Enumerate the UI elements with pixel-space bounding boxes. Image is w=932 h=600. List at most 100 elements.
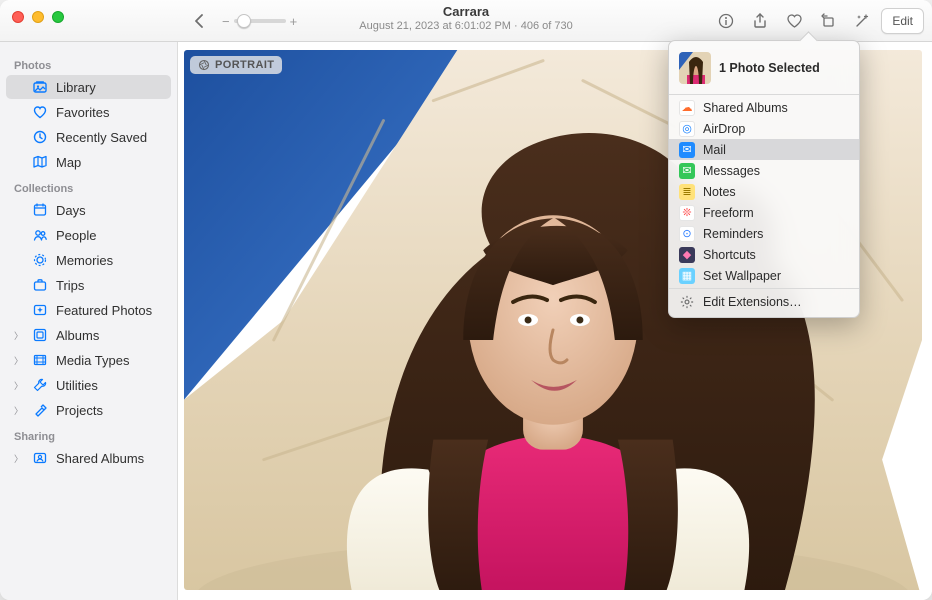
sidebar-item-label: Media Types [56, 353, 129, 368]
sidebar-item-label: Projects [56, 403, 103, 418]
notes-icon: ≣ [679, 184, 695, 200]
sidebar-item-utilities[interactable]: 〉 Utilities [6, 373, 171, 397]
share-button[interactable] [745, 8, 775, 34]
chevron-left-icon [194, 14, 206, 28]
menu-item-edit-extensions[interactable]: Edit Extensions… [669, 291, 859, 312]
share-menu: 1 Photo Selected ☁︎ Shared Albums ◎AirDrop… [668, 40, 860, 318]
portrait-badge-label: PORTRAIT [215, 59, 274, 71]
menu-item-shortcuts[interactable]: ◆Shortcuts [669, 244, 859, 265]
chevron-right-icon[interactable]: 〉 [14, 452, 23, 465]
sidebar-group-label: Collections [0, 175, 177, 198]
sidebar-item-projects[interactable]: 〉 Projects [6, 398, 171, 422]
shared-icon [32, 450, 48, 466]
heart-icon [32, 104, 48, 120]
close-window-button[interactable] [12, 11, 24, 23]
sidebar-item-label: Days [56, 203, 86, 218]
sidebar-item-trips[interactable]: Trips [6, 273, 171, 297]
sidebar-item-library[interactable]: Library [6, 75, 171, 99]
sidebar-item-label: Library [56, 80, 96, 95]
shared-albums-icon: ☁︎ [679, 100, 695, 116]
chevron-right-icon[interactable]: 〉 [14, 404, 23, 417]
sidebar-item-label: Utilities [56, 378, 98, 393]
sidebar-item-favorites[interactable]: Favorites [6, 100, 171, 124]
edit-button[interactable]: Edit [881, 8, 924, 34]
photos-app-window: − + Carrara August 21, 2023 at 6:01:02 P… [0, 0, 932, 600]
chevron-right-icon[interactable]: 〉 [14, 329, 23, 342]
reminders-icon: ⊙ [679, 226, 695, 242]
shortcuts-icon: ◆ [679, 247, 695, 263]
freeform-icon: ❊ [679, 205, 695, 221]
title-block: Carrara August 21, 2023 at 6:01:02 PM · … [359, 4, 572, 34]
sparkle-icon [32, 302, 48, 318]
wrench-icon [32, 377, 48, 393]
menu-item-label: AirDrop [703, 122, 745, 136]
share-menu-header: 1 Photo Selected [669, 46, 859, 92]
sidebar-item-label: Albums [56, 328, 99, 343]
sidebar-item-label: Map [56, 155, 81, 170]
chevron-right-icon[interactable]: 〉 [14, 379, 23, 392]
auto-enhance-button[interactable] [847, 8, 877, 34]
calendar-icon [32, 202, 48, 218]
sidebar-item-shared-albums[interactable]: 〉 Shared Albums [6, 446, 171, 470]
clock-icon [32, 129, 48, 145]
memories-icon [32, 252, 48, 268]
library-icon [32, 79, 48, 95]
favorite-button[interactable] [779, 8, 809, 34]
map-icon [32, 154, 48, 170]
messages-icon: ✉︎ [679, 163, 695, 179]
sidebar-item-people[interactable]: People [6, 223, 171, 247]
menu-item-label: Edit Extensions… [703, 295, 802, 309]
menu-item-messages[interactable]: ✉︎Messages [669, 160, 859, 181]
wand-icon [854, 13, 870, 29]
menu-item-set-wallpaper[interactable]: ▦Set Wallpaper [669, 265, 859, 286]
sidebar-item-map[interactable]: Map [6, 150, 171, 174]
sidebar-item-recently-saved[interactable]: Recently Saved [6, 125, 171, 149]
menu-item-label: Mail [703, 143, 726, 157]
toolbar-left: − + [186, 0, 297, 42]
sidebar-item-label: Favorites [56, 105, 109, 120]
minimize-window-button[interactable] [32, 11, 44, 23]
sidebar-item-media-types[interactable]: 〉 Media Types [6, 348, 171, 372]
sidebar-item-memories[interactable]: Memories [6, 248, 171, 272]
people-icon [32, 227, 48, 243]
sidebar-item-label: Trips [56, 278, 84, 293]
sidebar-item-albums[interactable]: 〉 Albums [6, 323, 171, 347]
zoom-slider[interactable]: − + [222, 14, 297, 29]
rotate-button[interactable] [813, 8, 843, 34]
sidebar-item-featured-photos[interactable]: Featured Photos [6, 298, 171, 322]
mail-icon: ✉︎ [679, 142, 695, 158]
zoom-out-icon: − [222, 14, 230, 29]
hammer-icon [32, 402, 48, 418]
sidebar-item-days[interactable]: Days [6, 198, 171, 222]
info-icon [718, 13, 734, 29]
menu-separator [669, 288, 859, 289]
menu-item-label: Shared Albums [703, 101, 788, 115]
wallpaper-icon: ▦ [679, 268, 695, 284]
window-controls [12, 11, 64, 23]
chevron-right-icon[interactable]: 〉 [14, 354, 23, 367]
menu-separator [669, 94, 859, 95]
menu-item-label: Reminders [703, 227, 763, 241]
menu-item-airdrop[interactable]: ◎AirDrop [669, 118, 859, 139]
menu-item-mail[interactable]: ✉︎ Mail [669, 139, 859, 160]
fullscreen-window-button[interactable] [52, 11, 64, 23]
menu-item-shared-albums[interactable]: ☁︎ Shared Albums [669, 97, 859, 118]
rotate-icon [820, 13, 836, 29]
back-button[interactable] [186, 9, 214, 33]
album-icon [32, 327, 48, 343]
sidebar-item-label: Featured Photos [56, 303, 152, 318]
sidebar-item-label: People [56, 228, 96, 243]
gear-icon [679, 294, 695, 310]
sidebar-item-label: Shared Albums [56, 451, 144, 466]
menu-item-notes[interactable]: ≣Notes [669, 181, 859, 202]
sidebar-group-label: Photos [0, 52, 177, 75]
sidebar-group-label: Sharing [0, 423, 177, 446]
suitcase-icon [32, 277, 48, 293]
photo-subtitle: August 21, 2023 at 6:01:02 PM · 406 of 7… [359, 20, 572, 34]
sidebar-item-label: Memories [56, 253, 113, 268]
menu-item-freeform[interactable]: ❊Freeform [669, 202, 859, 223]
menu-item-reminders[interactable]: ⊙ Reminders [669, 223, 859, 244]
media-icon [32, 352, 48, 368]
share-icon [752, 13, 768, 29]
info-button[interactable] [711, 8, 741, 34]
